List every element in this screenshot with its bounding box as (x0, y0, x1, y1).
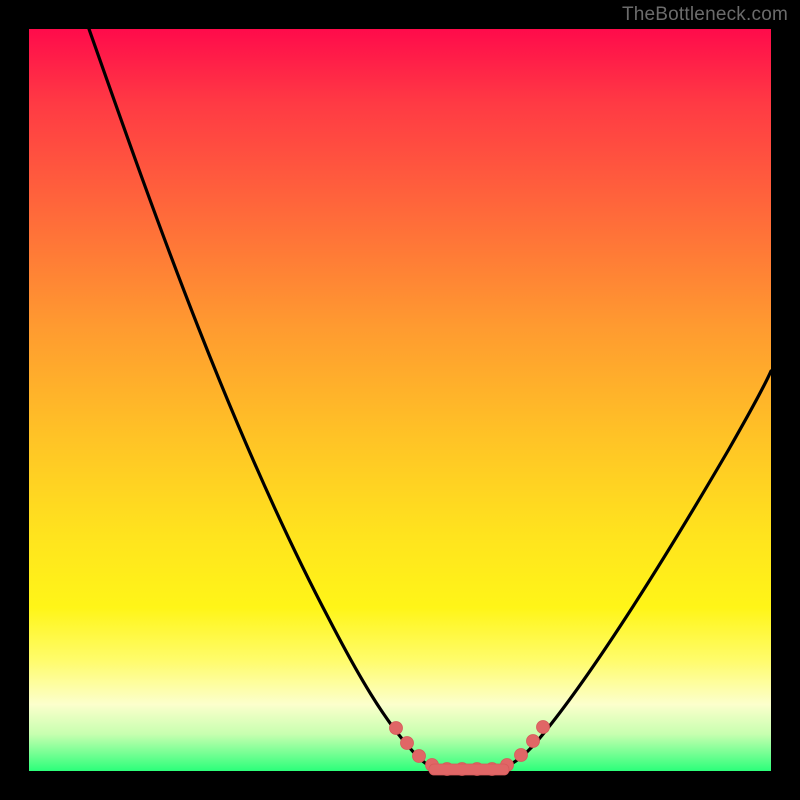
bottleneck-curve (29, 29, 771, 771)
plot-area (29, 29, 771, 771)
chart-frame: TheBottleneck.com (0, 0, 800, 800)
watermark-label: TheBottleneck.com (622, 4, 788, 26)
valley-markers (390, 721, 550, 776)
curve-path (89, 29, 771, 769)
